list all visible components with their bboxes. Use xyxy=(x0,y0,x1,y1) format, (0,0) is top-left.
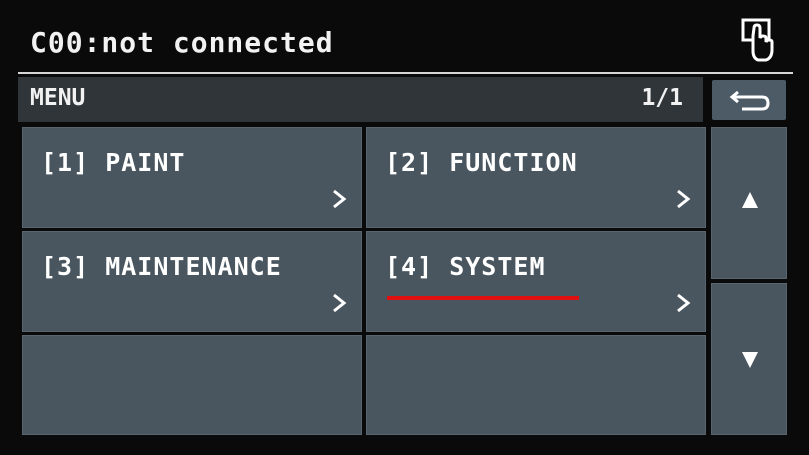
menu-item-empty xyxy=(366,335,706,435)
highlight-underline xyxy=(387,296,579,300)
touch-hand-icon[interactable] xyxy=(741,18,775,68)
chevron-right-icon xyxy=(333,293,347,313)
hmi-screen: C00:not connected MENU 1/1 [1] PAINT [2]… xyxy=(0,0,809,455)
triangle-down-icon xyxy=(742,352,758,368)
chevron-right-icon xyxy=(333,189,347,209)
menu-header: MENU 1/1 xyxy=(18,77,703,122)
menu-item-label: [1] PAINT xyxy=(41,148,186,177)
menu-item-label: [3] MAINTENANCE xyxy=(41,252,282,281)
triangle-up-icon xyxy=(742,192,758,208)
chevron-right-icon xyxy=(677,293,691,313)
chevron-right-icon xyxy=(677,189,691,209)
menu-item-label: [4] SYSTEM xyxy=(385,252,546,281)
menu-item-system[interactable]: [4] SYSTEM xyxy=(366,231,706,332)
menu-title: MENU xyxy=(30,85,86,111)
menu-item-label: [2] FUNCTION xyxy=(385,148,578,177)
menu-item-empty xyxy=(22,335,362,435)
status-bar: C00:not connected xyxy=(18,12,793,74)
back-arrow-icon xyxy=(729,90,770,111)
scroll-down-button[interactable] xyxy=(711,283,787,435)
back-button[interactable] xyxy=(712,80,786,120)
menu-item-paint[interactable]: [1] PAINT xyxy=(22,127,362,228)
menu-item-maintenance[interactable]: [3] MAINTENANCE xyxy=(22,231,362,332)
menu-grid: [1] PAINT [2] FUNCTION [3] MAINTENANCE [… xyxy=(22,127,707,435)
connection-status: C00:not connected xyxy=(30,26,334,59)
scroll-up-button[interactable] xyxy=(711,127,787,279)
page-indicator: 1/1 xyxy=(641,85,683,111)
menu-item-function[interactable]: [2] FUNCTION xyxy=(366,127,706,228)
